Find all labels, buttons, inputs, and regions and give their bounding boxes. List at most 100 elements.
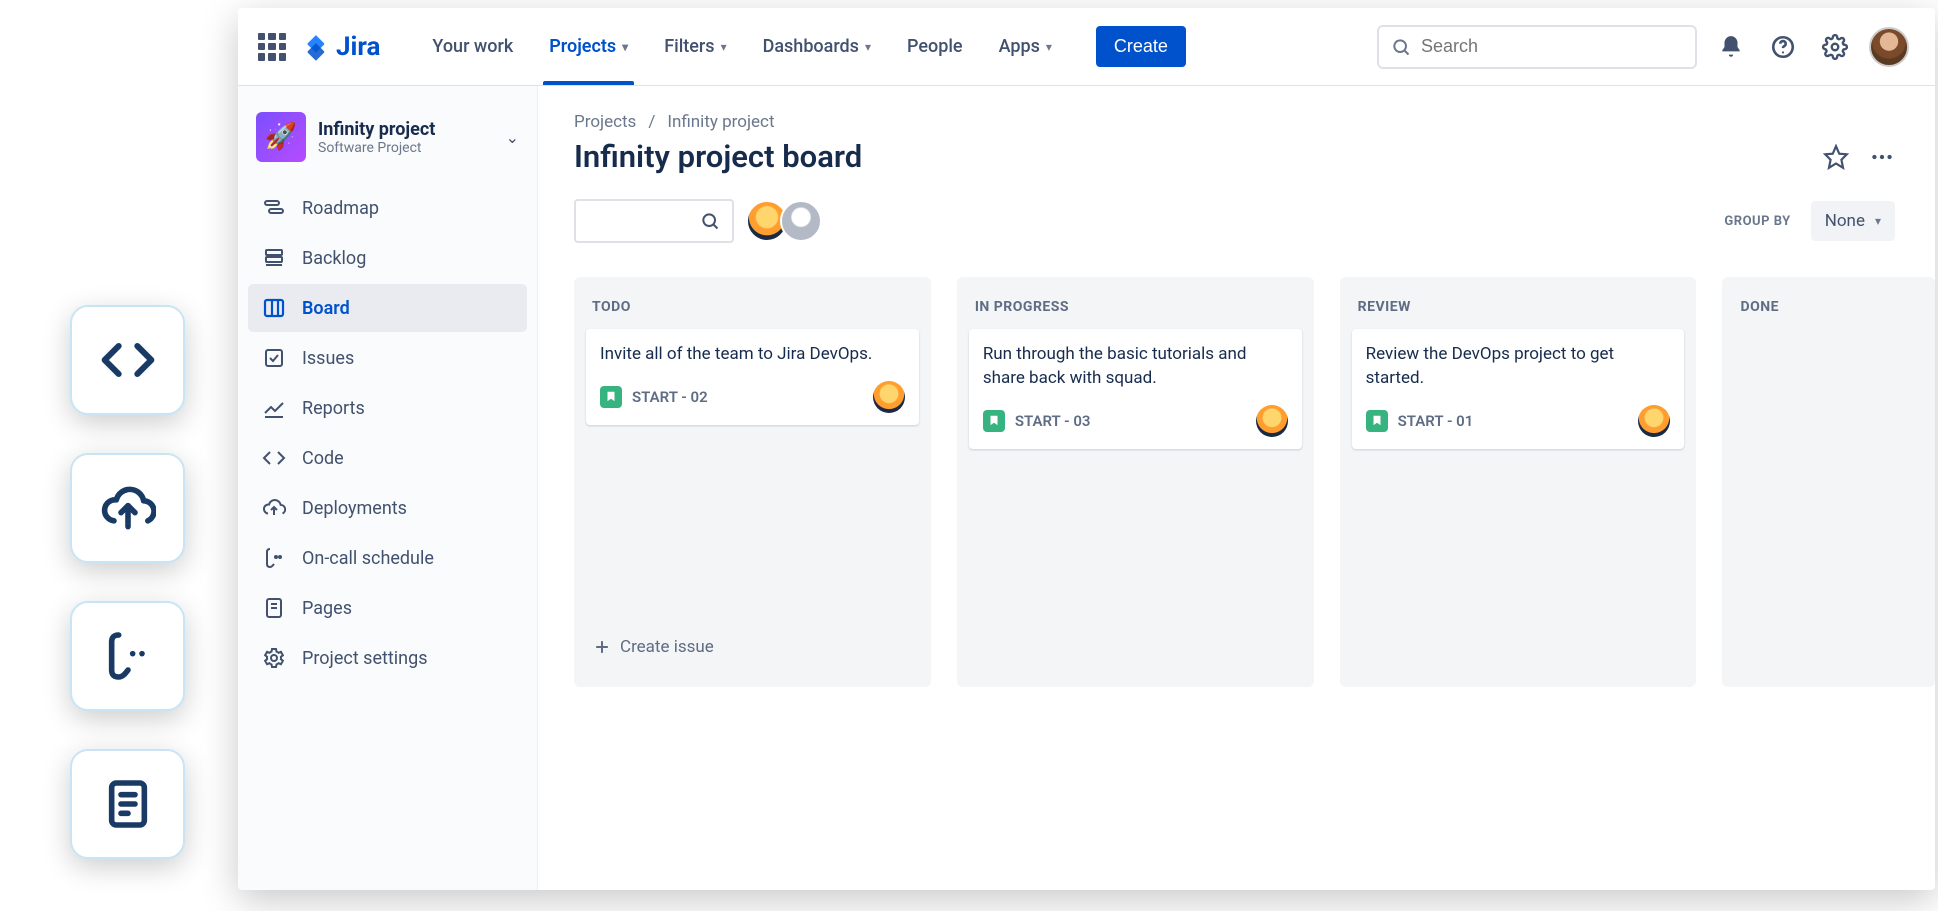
code-icon [100, 332, 156, 388]
column-todo: TODO Invite all of the team to Jira DevO… [574, 277, 931, 687]
sidebar-item-pages[interactable]: Pages [248, 584, 527, 632]
nav-your-work[interactable]: Your work [414, 8, 531, 85]
cloud-upload-icon-tile[interactable] [70, 453, 185, 563]
page-icon-tile[interactable] [70, 749, 185, 859]
more-icon[interactable] [1869, 144, 1895, 170]
sidebar-label: Project settings [302, 648, 428, 669]
project-name: Infinity project [318, 119, 494, 140]
oncall-icon [262, 546, 286, 570]
nav-people[interactable]: People [889, 8, 981, 85]
app-switcher-icon[interactable] [258, 33, 286, 61]
sidebar-label: Code [302, 448, 344, 469]
issue-card[interactable]: Run through the basic tutorials and shar… [969, 329, 1302, 449]
assignee-avatar[interactable] [1256, 405, 1288, 437]
issue-card[interactable]: Review the DevOps project to get started… [1352, 329, 1685, 449]
project-switcher[interactable]: 🚀 Infinity project Software Project ⌄ [248, 106, 527, 180]
search-icon [1391, 37, 1411, 57]
sidebar-label: Roadmap [302, 198, 379, 219]
project-badge-icon: 🚀 [256, 112, 306, 162]
chevron-down-icon: ▾ [1046, 40, 1052, 54]
group-by-label: GROUP BY [1724, 214, 1790, 229]
notifications-button[interactable] [1713, 29, 1749, 65]
main-content: Projects / Infinity project Infinity pro… [538, 86, 1935, 890]
pages-icon [262, 596, 286, 620]
story-icon [983, 410, 1005, 432]
phone-icon-tile[interactable] [70, 601, 185, 711]
nav-apps[interactable]: Apps▾ [981, 8, 1070, 85]
sidebar-label: Reports [302, 398, 365, 419]
unassigned-avatar[interactable] [780, 200, 822, 242]
create-button[interactable]: Create [1096, 26, 1186, 67]
create-issue-button[interactable]: Create issue [586, 629, 919, 665]
breadcrumb: Projects / Infinity project [574, 112, 1935, 132]
global-search[interactable] [1377, 25, 1697, 69]
search-input[interactable] [1421, 36, 1683, 57]
cloud-upload-icon [100, 480, 156, 536]
chevron-down-icon: ▾ [721, 40, 727, 54]
issue-key: START - 02 [632, 388, 863, 406]
card-title: Invite all of the team to Jira DevOps. [600, 343, 905, 367]
nav-items: Your work Projects▾ Filters▾ Dashboards▾… [414, 8, 1069, 85]
assignee-avatar[interactable] [873, 381, 905, 413]
sidebar-item-settings[interactable]: Project settings [248, 634, 527, 682]
bell-icon [1718, 34, 1744, 60]
column-title: IN PROGRESS [969, 293, 1302, 329]
sidebar-item-board[interactable]: Board [248, 284, 527, 332]
help-button[interactable] [1765, 29, 1801, 65]
deployments-icon [262, 496, 286, 520]
project-type: Software Project [318, 140, 494, 156]
assignee-avatar[interactable] [1638, 405, 1670, 437]
sidebar-label: Issues [302, 348, 354, 369]
story-icon [600, 386, 622, 408]
chevron-down-icon: ▾ [1875, 214, 1881, 228]
column-title: DONE [1734, 293, 1923, 329]
board-search[interactable] [574, 199, 734, 243]
sidebar-item-deployments[interactable]: Deployments [248, 484, 527, 532]
jira-logo[interactable]: Jira [302, 32, 380, 62]
issue-key: START - 03 [1015, 412, 1246, 430]
logo-text: Jira [336, 32, 380, 62]
sidebar-item-oncall[interactable]: On-call schedule [248, 534, 527, 582]
breadcrumb-current[interactable]: Infinity project [667, 112, 774, 132]
floating-icon-rail [70, 305, 185, 859]
help-icon [1770, 34, 1796, 60]
column-done: DONE [1722, 277, 1935, 687]
breadcrumb-projects[interactable]: Projects [574, 112, 636, 132]
column-title: TODO [586, 293, 919, 329]
sidebar-item-code[interactable]: Code [248, 434, 527, 482]
chevron-down-icon: ▾ [622, 40, 628, 54]
star-icon[interactable] [1823, 144, 1849, 170]
issue-card[interactable]: Invite all of the team to Jira DevOps. S… [586, 329, 919, 425]
nav-filters[interactable]: Filters▾ [646, 8, 744, 85]
column-review: REVIEW Review the DevOps project to get … [1340, 277, 1697, 687]
chevron-down-icon: ⌄ [506, 128, 519, 147]
nav-projects[interactable]: Projects▾ [531, 8, 646, 85]
board-icon [262, 296, 286, 320]
page-title: Infinity project board [574, 138, 1803, 175]
group-by-select[interactable]: None ▾ [1811, 201, 1895, 241]
top-nav: Jira Your work Projects▾ Filters▾ Dashbo… [238, 8, 1935, 86]
gear-icon [262, 646, 286, 670]
settings-button[interactable] [1817, 29, 1853, 65]
issues-icon [262, 346, 286, 370]
page-icon [100, 776, 156, 832]
app-window: Jira Your work Projects▾ Filters▾ Dashbo… [238, 8, 1935, 890]
column-in-progress: IN PROGRESS Run through the basic tutori… [957, 277, 1314, 687]
column-title: REVIEW [1352, 293, 1685, 329]
sidebar-item-backlog[interactable]: Backlog [248, 234, 527, 282]
roadmap-icon [262, 196, 286, 220]
sidebar-label: Deployments [302, 498, 407, 519]
story-icon [1366, 410, 1388, 432]
nav-dashboards[interactable]: Dashboards▾ [745, 8, 889, 85]
code-icon-tile[interactable] [70, 305, 185, 415]
backlog-icon [262, 246, 286, 270]
sidebar-label: Pages [302, 598, 352, 619]
chevron-down-icon: ▾ [865, 40, 871, 54]
sidebar-item-reports[interactable]: Reports [248, 384, 527, 432]
code-icon [262, 446, 286, 470]
user-avatar[interactable] [1869, 27, 1909, 67]
assignee-filter[interactable] [754, 200, 822, 242]
sidebar-item-roadmap[interactable]: Roadmap [248, 184, 527, 232]
issue-key: START - 01 [1398, 412, 1629, 430]
sidebar-item-issues[interactable]: Issues [248, 334, 527, 382]
